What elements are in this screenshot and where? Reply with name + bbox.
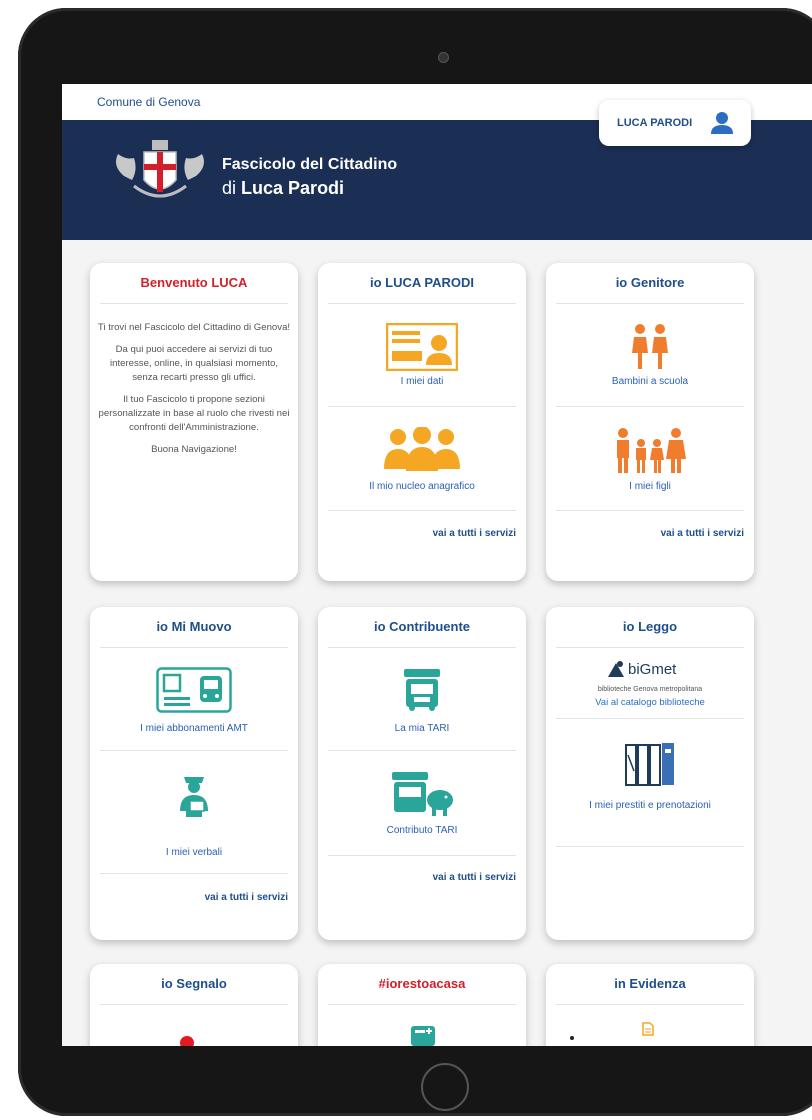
welcome-paragraph: Il tuo Fascicolo ti propone sezioni pers… [98,394,290,433]
service-link-la-mia-tari[interactable]: La mia TARI [318,723,526,734]
bullet-dot [570,1036,574,1040]
divider [556,846,744,847]
divider [328,1004,516,1005]
bus-pass-icon[interactable] [156,667,232,713]
divider [100,303,288,304]
welcome-paragraph: Ti trovi nel Fascicolo del Cittadino di … [97,322,291,333]
card-title: io Mi Muovo [156,619,232,634]
service-link-catalogo[interactable]: Vai al catalogo biblioteche [546,697,754,708]
divider [100,750,288,751]
welcome-paragraph: Da qui puoi accedere ai servizi di tuo i… [110,344,278,383]
service-link-verbali[interactable]: I miei verbali [90,847,298,858]
welcome-card: Benvenuto LUCA Ti trovi nel Fascicolo de… [90,263,298,581]
divider [328,303,516,304]
divider [328,406,516,407]
page-subtitle: di Luca Parodi [222,178,344,199]
service-link-prestiti[interactable]: I miei prestiti e prenotazioni [546,797,754,815]
service-link-contributo-tari[interactable]: Contributo TARI [318,825,526,836]
card-io-leggo: io Leggo biGmet biblioteche Genova metro… [546,607,754,940]
card-title: io Segnalo [161,976,227,991]
user-avatar-icon [707,108,737,138]
divider [328,750,516,751]
user-menu-button[interactable]: LUCA PARODI [599,100,751,146]
page-title: Fascicolo del Cittadino [222,156,398,173]
waste-bin-icon[interactable] [402,667,442,711]
divider [328,855,516,856]
card-title: io LUCA PARODI [370,275,474,290]
service-link-abbonamenti-amt[interactable]: I miei abbonamenti AMT [90,723,298,734]
genova-crest-icon [104,136,216,206]
id-card-icon[interactable] [386,323,458,371]
subtitle-name: Luca Parodi [241,178,345,198]
children-school-icon[interactable] [630,323,670,369]
home-button[interactable] [421,1063,469,1111]
card-io-contribuente: io Contribuente La mia TARI Contributo T… [318,607,526,940]
card-title: #iorestoacasa [378,976,466,991]
bigmet-logo-text: biGmet [628,661,677,678]
card-title: io Genitore [615,275,685,290]
card-in-evidenza: in Evidenza [546,964,754,1046]
service-link-bambini-scuola[interactable]: Bambini a scuola [546,376,754,387]
app-screen: Comune di Genova Fascicolo del Cittadino… [62,84,812,1046]
card-iorestoacasa: #iorestoacasa [318,964,526,1046]
divider [556,647,744,648]
books-icon[interactable] [624,741,676,787]
card-title: io Contribuente [373,619,471,634]
divider [328,510,516,511]
card-io-genitore: io Genitore Bambini a scuola I miei figl… [546,263,754,581]
divider [556,510,744,511]
welcome-paragraph: Buona Navigazione! [151,444,237,455]
family-children-icon[interactable] [614,427,686,473]
divider [100,873,288,874]
service-link-miei-dati[interactable]: I miei dati [318,376,526,387]
card-title: in Evidenza [614,976,686,991]
bigmet-logo-icon [608,661,624,677]
card-io-mi-muovo: io Mi Muovo I miei abbonamenti AMT I mie… [90,607,298,940]
bigmet-subtitle: biblioteche Genova metropolitana [597,686,703,693]
divider [556,406,744,407]
card-io-segnalo: io Segnalo [90,964,298,1046]
divider [328,647,516,648]
service-link-miei-figli[interactable]: I miei figli [546,481,754,492]
welcome-text: Ti trovi nel Fascicolo del Cittadino di … [96,321,292,465]
police-officer-icon[interactable] [176,771,212,817]
user-name: LUCA PARODI [617,117,693,129]
service-link-nucleo[interactable]: Il mio nucleo anagrafico [318,481,526,492]
comune-link[interactable]: Comune di Genova [97,95,200,109]
bigmet-logo[interactable]: biGmet [606,659,706,681]
all-services-link[interactable]: vai a tutti i servizi [205,892,288,903]
divider [100,647,288,648]
waste-bin-piggybank-icon[interactable] [390,770,456,818]
divider [556,718,744,719]
camera-icon [438,52,449,63]
divider [100,1004,288,1005]
card-io-luca: io LUCA PARODI I miei dati Il mio nucleo… [318,263,526,581]
all-services-link[interactable]: vai a tutti i servizi [661,528,744,539]
welcome-title: Benvenuto LUCA [140,275,248,290]
family-group-icon[interactable] [382,427,462,471]
divider [556,1004,744,1005]
all-services-link[interactable]: vai a tutti i servizi [433,872,516,883]
subtitle-prefix: di [222,178,237,198]
document-icon[interactable] [642,1022,654,1036]
card-title: io Leggo [622,619,678,634]
all-services-link[interactable]: vai a tutti i servizi [433,528,516,539]
report-icon[interactable] [180,1036,194,1046]
divider [556,303,744,304]
home-services-icon[interactable] [410,1024,436,1046]
